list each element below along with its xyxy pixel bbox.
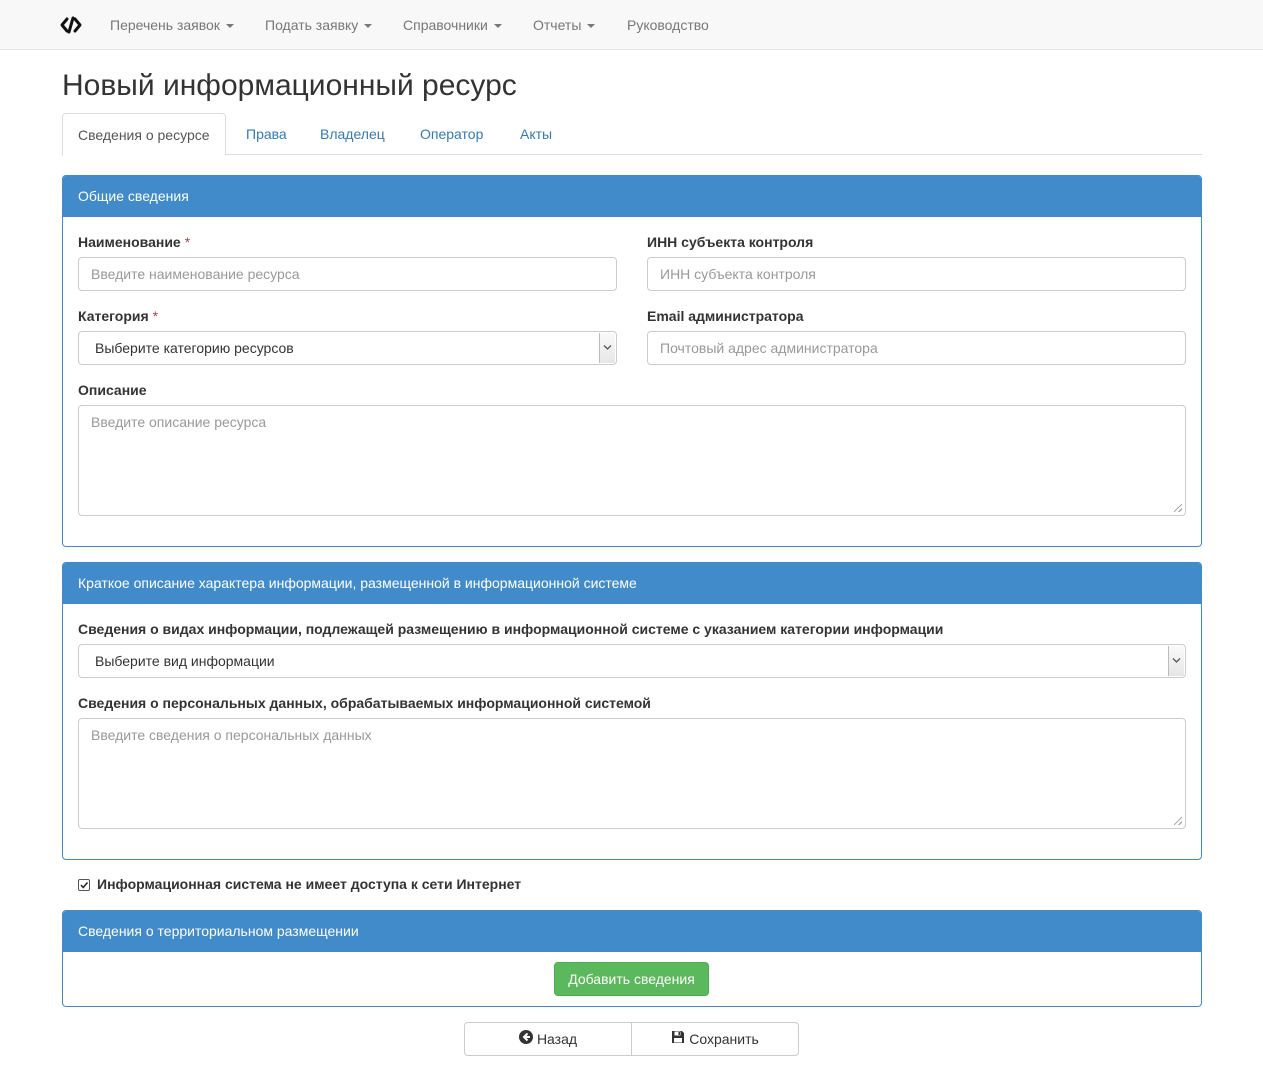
description-textarea[interactable]: Введите описание ресурса (78, 405, 1186, 516)
checkmark-icon (80, 882, 89, 889)
inn-label: ИНН субъекта контроля (647, 234, 814, 250)
category-select-value: Выберите категорию ресурсов (95, 340, 294, 356)
no-internet-checkbox[interactable] (78, 879, 90, 891)
description-label: Описание (78, 382, 147, 398)
personal-data-label: Сведения о персональных данных, обрабаты… (78, 695, 651, 711)
info-kind-select[interactable]: Выберите вид информации (78, 644, 1186, 678)
tab-resource-info[interactable]: Сведения о ресурсе (62, 113, 226, 156)
panel-heading: Сведения о территориальном размещении (63, 911, 1201, 952)
tab-rights[interactable]: Права (246, 113, 287, 155)
tab-owner[interactable]: Владелец (320, 113, 385, 155)
inn-input[interactable]: ИНН субъекта контроля (647, 257, 1186, 291)
info-kinds-label: Сведения о видах информации, подлежащей … (78, 621, 944, 637)
code-logo-icon[interactable] (60, 15, 82, 35)
tab-operator[interactable]: Оператор (420, 113, 483, 155)
info-kind-select-value: Выберите вид информации (95, 653, 275, 669)
caret-down-icon (225, 24, 234, 29)
floppy-disk-icon (671, 1023, 685, 1055)
caret-down-icon (587, 24, 596, 29)
top-navbar: Перечень заявок Подать заявку Справочник… (0, 0, 1263, 50)
resource-tabs: Сведения о ресурсе Права Владелец Операт… (62, 113, 1202, 156)
category-label: Категория * (78, 308, 159, 324)
chevron-down-icon (1168, 646, 1184, 676)
back-button[interactable]: Назад (464, 1022, 632, 1056)
category-select[interactable]: Выберите категорию ресурсов (78, 331, 617, 365)
email-input[interactable]: Почтовый адрес администратора (647, 331, 1186, 365)
name-input[interactable]: Введите наименование ресурса (78, 257, 617, 291)
name-label: Наименование * (78, 234, 191, 250)
caret-down-icon (364, 24, 373, 29)
nav-reports[interactable]: Отчеты (533, 0, 596, 50)
resize-handle-icon[interactable] (1174, 504, 1182, 512)
description-placeholder: Введите описание ресурса (91, 414, 267, 430)
save-button[interactable]: Сохранить (631, 1022, 799, 1056)
nav-submit-request[interactable]: Подать заявку (265, 0, 373, 50)
page-title: Новый информационный ресурс (62, 69, 517, 102)
nav-requests-list[interactable]: Перечень заявок (110, 0, 234, 50)
resize-handle-icon[interactable] (1174, 817, 1182, 825)
personal-data-textarea[interactable]: Введите сведения о персональных данных (78, 718, 1186, 829)
panel-heading: Краткое описание характера информации, р… (63, 563, 1201, 604)
personal-data-placeholder: Введите сведения о персональных данных (91, 727, 372, 743)
panel-heading: Общие сведения (63, 176, 1201, 217)
tab-acts[interactable]: Акты (520, 113, 552, 155)
add-info-button[interactable]: Добавить сведения (554, 962, 709, 996)
no-internet-label[interactable]: Информационная система не имеет доступа … (97, 876, 521, 892)
nav-directories[interactable]: Справочники (403, 0, 502, 50)
email-label: Email администратора (647, 308, 804, 324)
chevron-down-icon (599, 333, 615, 363)
nav-guide[interactable]: Руководство (627, 0, 709, 50)
caret-down-icon (493, 24, 502, 29)
arrow-left-circle-icon (518, 1023, 533, 1055)
form-actions: Назад Сохранить (464, 1022, 799, 1056)
